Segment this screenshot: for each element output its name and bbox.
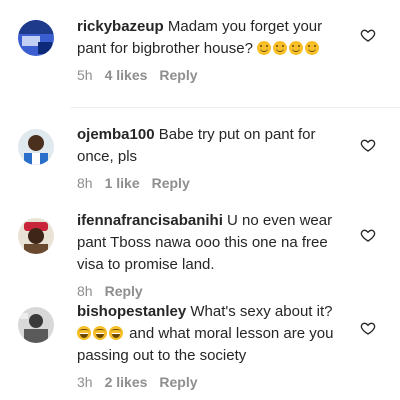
comment-time: 8h: [77, 283, 93, 299]
comment-username[interactable]: ifennafrancisabanihi: [77, 212, 223, 229]
comment-likes-link[interactable]: 1 like: [105, 172, 140, 194]
comment-username[interactable]: rickybazeup: [77, 18, 164, 35]
comment-item: rickybazeup Madam you forget your pant f…: [0, 16, 400, 106]
laughing-emoji-icon: [109, 326, 123, 340]
avatar[interactable]: [18, 307, 54, 343]
comment-text: bishopestanley What's sexy about it? and…: [77, 301, 347, 367]
comment-time: 3h: [77, 374, 93, 390]
laughing-emoji-icon: [93, 326, 107, 340]
smile-emoji-icon: [305, 41, 320, 55]
smile-emoji-icon: [273, 41, 288, 55]
avatar-image: [18, 218, 54, 254]
like-heart-icon[interactable]: [360, 227, 376, 243]
smile-emoji-icon: [257, 41, 272, 55]
reply-button[interactable]: Reply: [105, 280, 143, 302]
like-heart-icon[interactable]: [360, 137, 376, 153]
smile-emoji-icon: [289, 41, 304, 55]
comment-meta: 3h 2 likes Reply: [77, 371, 347, 393]
comment-time: 5h: [77, 67, 93, 83]
comment-meta: 8h Reply: [77, 280, 347, 302]
comment-item: bishopestanley What's sexy about it? and…: [0, 301, 400, 396]
like-heart-icon[interactable]: [360, 27, 376, 43]
comment-likes-link[interactable]: 2 likes: [105, 371, 148, 393]
avatar-image: [18, 307, 54, 343]
comment-text: ojemba100 Babe try put on pant for once,…: [77, 124, 347, 168]
comment-username[interactable]: ojemba100: [77, 126, 155, 143]
comment-item: ifennafrancisabanihi U no even wear pant…: [0, 210, 400, 300]
reply-button[interactable]: Reply: [159, 64, 197, 86]
avatar-image: [18, 20, 54, 56]
like-heart-icon[interactable]: [360, 320, 376, 336]
comment-username[interactable]: bishopestanley: [77, 303, 186, 320]
comment-text: rickybazeup Madam you forget your pant f…: [77, 16, 347, 60]
avatar[interactable]: [18, 218, 54, 254]
comment-text: ifennafrancisabanihi U no even wear pant…: [77, 210, 347, 276]
comment-message: What's sexy about it?: [190, 303, 333, 320]
comment-likes-link[interactable]: 4 likes: [105, 64, 148, 86]
avatar-image: [18, 129, 54, 165]
laughing-emoji-icon: [77, 326, 91, 340]
avatar[interactable]: [18, 20, 54, 56]
avatar[interactable]: [18, 129, 54, 165]
comment-time: 8h: [77, 175, 93, 191]
comment-meta: 5h 4 likes Reply: [77, 64, 347, 86]
reply-button[interactable]: Reply: [152, 172, 190, 194]
comment-item: ojemba100 Babe try put on pant for once,…: [0, 124, 400, 194]
comment-divider: [70, 107, 400, 108]
reply-button[interactable]: Reply: [159, 371, 197, 393]
comment-meta: 8h 1 like Reply: [77, 172, 347, 194]
